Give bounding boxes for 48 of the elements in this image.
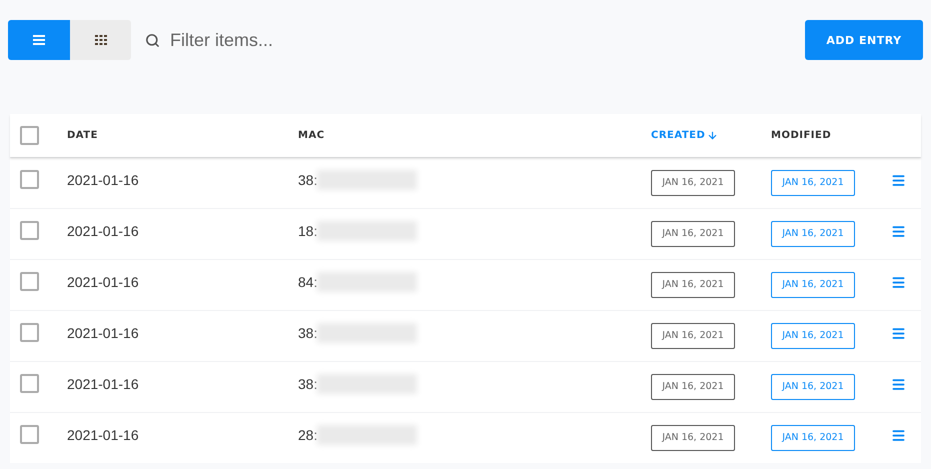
add-entry-button[interactable]: ADD ENTRY xyxy=(805,20,923,60)
row-checkbox[interactable] xyxy=(20,374,39,393)
modified-date-tag: JAN 16, 2021 xyxy=(771,323,855,349)
menu-icon[interactable] xyxy=(891,377,906,392)
modified-date-tag: JAN 16, 2021 xyxy=(771,425,855,451)
column-header[interactable]: DATE xyxy=(67,130,98,141)
row-checkbox[interactable] xyxy=(20,221,39,240)
date-text: 2021-01-16 xyxy=(67,325,139,341)
mac-text: 28: xyxy=(298,427,318,443)
date-text: 2021-01-16 xyxy=(67,274,139,290)
menu-icon[interactable] xyxy=(891,428,906,443)
mac-text: 38: xyxy=(298,376,318,392)
menu-icon[interactable] xyxy=(891,173,906,188)
mac-text: 38: xyxy=(298,325,318,341)
column-header[interactable]: CREATED xyxy=(651,130,718,141)
modified-date-tag: JAN 16, 2021 xyxy=(771,170,855,196)
menu-icon[interactable] xyxy=(891,326,906,341)
row-checkbox[interactable] xyxy=(20,272,39,291)
column-header[interactable]: MODIFIED xyxy=(771,130,832,141)
date-text: 2021-01-16 xyxy=(67,223,139,239)
select-all-checkbox[interactable] xyxy=(20,126,39,145)
created-date-tag: JAN 16, 2021 xyxy=(651,221,735,247)
created-date-tag: JAN 16, 2021 xyxy=(651,272,735,298)
grid-icon xyxy=(94,35,106,45)
created-date-tag: JAN 16, 2021 xyxy=(651,170,735,196)
created-date-tag: JAN 16, 2021 xyxy=(651,323,735,349)
sort-arrow-icon xyxy=(707,130,718,141)
search-icon xyxy=(145,32,160,48)
date-text: 2021-01-16 xyxy=(67,376,139,392)
grid-view-button[interactable] xyxy=(70,20,131,60)
row-checkbox[interactable] xyxy=(20,425,39,444)
column-header[interactable]: MAC xyxy=(298,130,325,141)
modified-date-tag: JAN 16, 2021 xyxy=(771,374,855,400)
modified-date-tag: JAN 16, 2021 xyxy=(771,272,855,298)
date-text: 2021-01-16 xyxy=(67,172,139,188)
menu-icon[interactable] xyxy=(891,275,906,290)
created-date-tag: JAN 16, 2021 xyxy=(651,425,735,451)
modified-date-tag: JAN 16, 2021 xyxy=(771,221,855,247)
row-checkbox[interactable] xyxy=(20,323,39,342)
date-text: 2021-01-16 xyxy=(67,427,139,443)
mac-text: 38: xyxy=(298,172,318,188)
list-icon xyxy=(33,35,45,45)
mac-text: 18: xyxy=(298,223,318,239)
filter-field[interactable]: Filter items... xyxy=(168,28,472,52)
created-date-tag: JAN 16, 2021 xyxy=(651,374,735,400)
mac-text: 84: xyxy=(298,274,318,290)
row-checkbox[interactable] xyxy=(20,170,39,189)
menu-icon[interactable] xyxy=(891,224,906,239)
